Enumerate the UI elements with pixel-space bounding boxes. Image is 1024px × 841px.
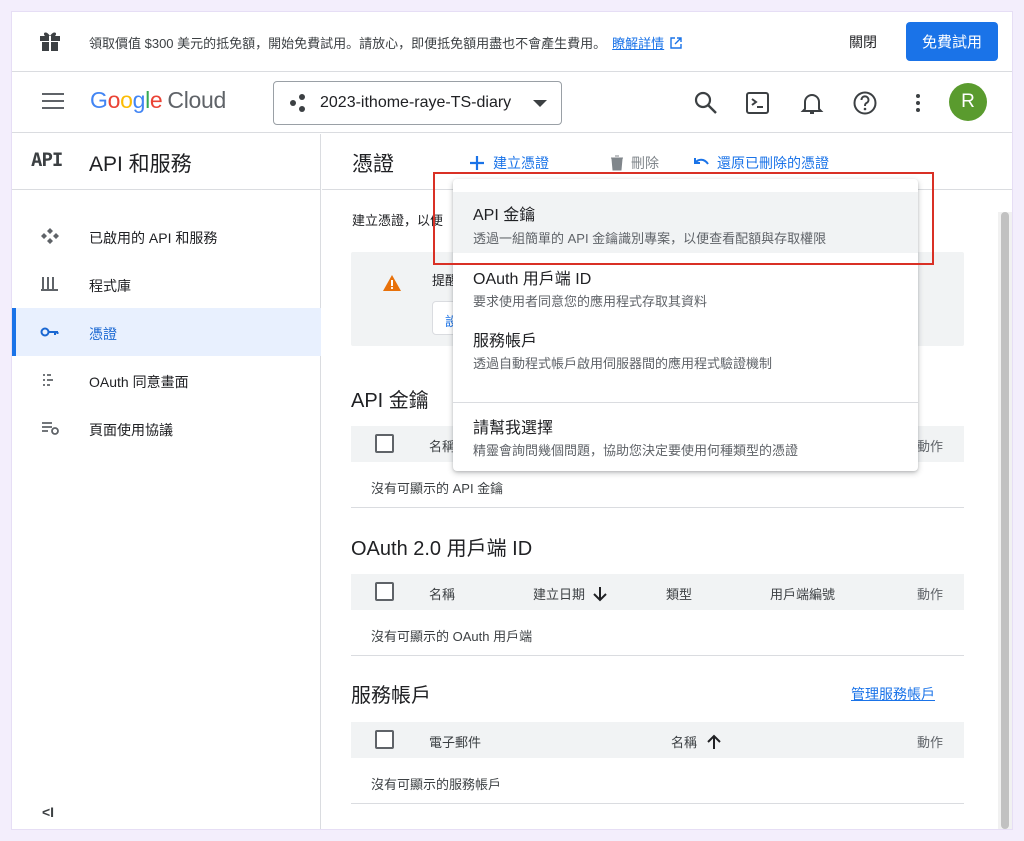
menu-item-title: 服務帳戶	[473, 333, 538, 350]
delete-button[interactable]: 刪除	[610, 153, 659, 173]
sidebar-header: API API 和服務	[12, 134, 321, 190]
free-trial-button[interactable]: 免費試用	[906, 22, 998, 61]
project-selector[interactable]: 2023-ithome-raye-TS-diary	[273, 81, 562, 125]
create-credentials-label: 建立憑證	[493, 155, 549, 171]
sidebar-item-label: 程式庫	[89, 278, 131, 294]
plus-icon	[470, 156, 484, 170]
free-trial-banner: 領取價值 $300 美元的抵免額，開始免費試用。請放心，即便抵免額用盡也不會產生…	[12, 12, 1012, 72]
col-action: 動作	[916, 587, 943, 602]
trash-icon	[611, 155, 623, 171]
menu-item-title: 請幫我選擇	[473, 420, 554, 437]
sidebar-item-label: 憑證	[89, 326, 117, 342]
banner-close-button[interactable]: 關閉	[849, 32, 877, 52]
select-all-checkbox[interactable]	[375, 434, 394, 453]
sidebar-item-page-agreement[interactable]: 頁面使用協議	[12, 404, 321, 452]
learn-more-link[interactable]: 瞭解詳情	[612, 36, 664, 51]
col-name[interactable]: 名稱	[671, 732, 721, 751]
sidebar-item-oauth-consent[interactable]: OAuth 同意畫面	[12, 356, 321, 404]
col-action: 動作	[916, 439, 943, 454]
top-header: Google Cloud 2023-ithome-raye-TS-diary R	[12, 73, 1012, 133]
col-created-date[interactable]: 建立日期	[533, 584, 607, 603]
menu-item-service-account[interactable]: 服務帳戶 透過自動程式帳戶啟用伺服器間的應用程式驗證機制	[453, 317, 918, 379]
project-name: 2023-ithome-raye-TS-diary	[320, 94, 512, 111]
restore-label: 還原已刪除的憑證	[717, 155, 829, 171]
chevron-down-icon	[533, 100, 547, 107]
sidebar-item-label: 頁面使用協議	[89, 422, 173, 438]
col-name-label: 名稱	[671, 735, 698, 750]
col-client-id[interactable]: 用戶端編號	[770, 584, 835, 603]
arrow-down-icon	[593, 587, 607, 602]
help-icon[interactable]	[852, 90, 878, 116]
menu-item-title: OAuth 用戶端 ID	[473, 271, 592, 288]
scrollbar-thumb[interactable]	[1001, 212, 1009, 829]
enabled-apis-icon	[41, 228, 59, 244]
sidebar-item-credentials[interactable]: 憑證	[12, 308, 321, 356]
menu-divider	[453, 402, 918, 403]
scrollbar[interactable]	[998, 212, 1012, 829]
col-name[interactable]: 名稱	[429, 584, 455, 603]
more-vert-icon[interactable]	[905, 90, 931, 116]
undo-icon	[694, 158, 709, 165]
api-keys-title: API 金鑰	[351, 390, 429, 412]
manage-service-accounts-link[interactable]: 管理服務帳戶	[851, 684, 935, 704]
banner-text: 領取價值 $300 美元的抵免額，開始免費試用。請放心，即便抵免額用盡也不會產生…	[89, 36, 607, 51]
main-menu-icon[interactable]	[42, 93, 64, 111]
gift-icon	[40, 32, 60, 51]
account-avatar[interactable]: R	[949, 83, 987, 121]
service-accounts-empty-row: 沒有可顯示的服務帳戶	[351, 758, 964, 804]
sidebar: API API 和服務 已啟用的 API 和服務 程式庫 憑證 OAuth 同意…	[12, 134, 321, 829]
page-title: 憑證	[352, 153, 394, 176]
google-cloud-logo[interactable]: Google Cloud	[90, 87, 226, 114]
select-all-checkbox[interactable]	[375, 582, 394, 601]
banner-message: 領取價值 $300 美元的抵免額，開始免費試用。請放心，即便抵免額用盡也不會產生…	[89, 33, 682, 52]
menu-item-help-me-choose[interactable]: 請幫我選擇 精靈會詢問幾個問題，協助您決定要使用何種類型的憑證	[453, 405, 918, 465]
collapse-sidebar-button[interactable]: <I	[42, 804, 54, 820]
col-email[interactable]: 電子郵件	[429, 732, 481, 751]
menu-item-desc: 精靈會詢問幾個問題，協助您決定要使用何種類型的憑證	[473, 443, 799, 458]
col-created-date-label: 建立日期	[533, 587, 586, 602]
consent-icon	[43, 374, 53, 386]
cloud-shell-icon[interactable]	[745, 90, 771, 116]
menu-item-desc: 要求使用者同意您的應用程式存取其資料	[473, 294, 708, 309]
col-name[interactable]: 名稱	[429, 436, 455, 455]
library-icon	[41, 277, 58, 291]
api-logo-icon: API	[31, 149, 63, 171]
menu-item-desc: 透過自動程式帳戶啟用伺服器間的應用程式驗證機制	[473, 356, 773, 371]
api-keys-empty-text: 沒有可顯示的 API 金鑰	[371, 481, 504, 496]
sidebar-item-library[interactable]: 程式庫	[12, 260, 321, 308]
oauth-table-header: 名稱 建立日期 類型 用戶端編號 動作	[351, 574, 964, 610]
delete-label: 刪除	[631, 155, 659, 171]
search-icon[interactable]	[693, 90, 719, 116]
oauth-empty-row: 沒有可顯示的 OAuth 用戶端	[351, 610, 964, 656]
col-action: 動作	[916, 735, 943, 750]
service-accounts-empty-text: 沒有可顯示的服務帳戶	[371, 777, 502, 792]
sidebar-item-label: OAuth 同意畫面	[89, 374, 189, 390]
warning-icon	[383, 275, 401, 291]
oauth-empty-text: 沒有可顯示的 OAuth 用戶端	[371, 629, 533, 644]
select-all-checkbox[interactable]	[375, 730, 394, 749]
service-accounts-title: 服務帳戶	[351, 685, 431, 707]
agreement-icon	[42, 422, 59, 435]
sidebar-title: API 和服務	[89, 153, 192, 176]
col-type[interactable]: 類型	[666, 584, 692, 603]
browser-frame: 領取價值 $300 美元的抵免額，開始免費試用。請放心，即便抵免額用盡也不會產生…	[12, 12, 1012, 829]
external-link-icon	[670, 37, 682, 49]
sidebar-item-enabled-apis[interactable]: 已啟用的 API 和服務	[12, 212, 321, 260]
restore-credentials-button[interactable]: 還原已刪除的憑證	[692, 153, 829, 173]
sidebar-item-label: 已啟用的 API 和服務	[89, 230, 218, 246]
arrow-up-icon	[707, 734, 721, 749]
key-icon	[40, 327, 59, 337]
project-icon	[290, 94, 306, 112]
create-credentials-button[interactable]: 建立憑證	[469, 153, 549, 173]
oauth-title: OAuth 2.0 用戶端 ID	[351, 538, 533, 560]
service-accounts-table-header: 電子郵件 名稱 動作	[351, 722, 964, 758]
highlight-annotation-box	[433, 172, 934, 265]
notifications-icon[interactable]	[799, 90, 825, 116]
